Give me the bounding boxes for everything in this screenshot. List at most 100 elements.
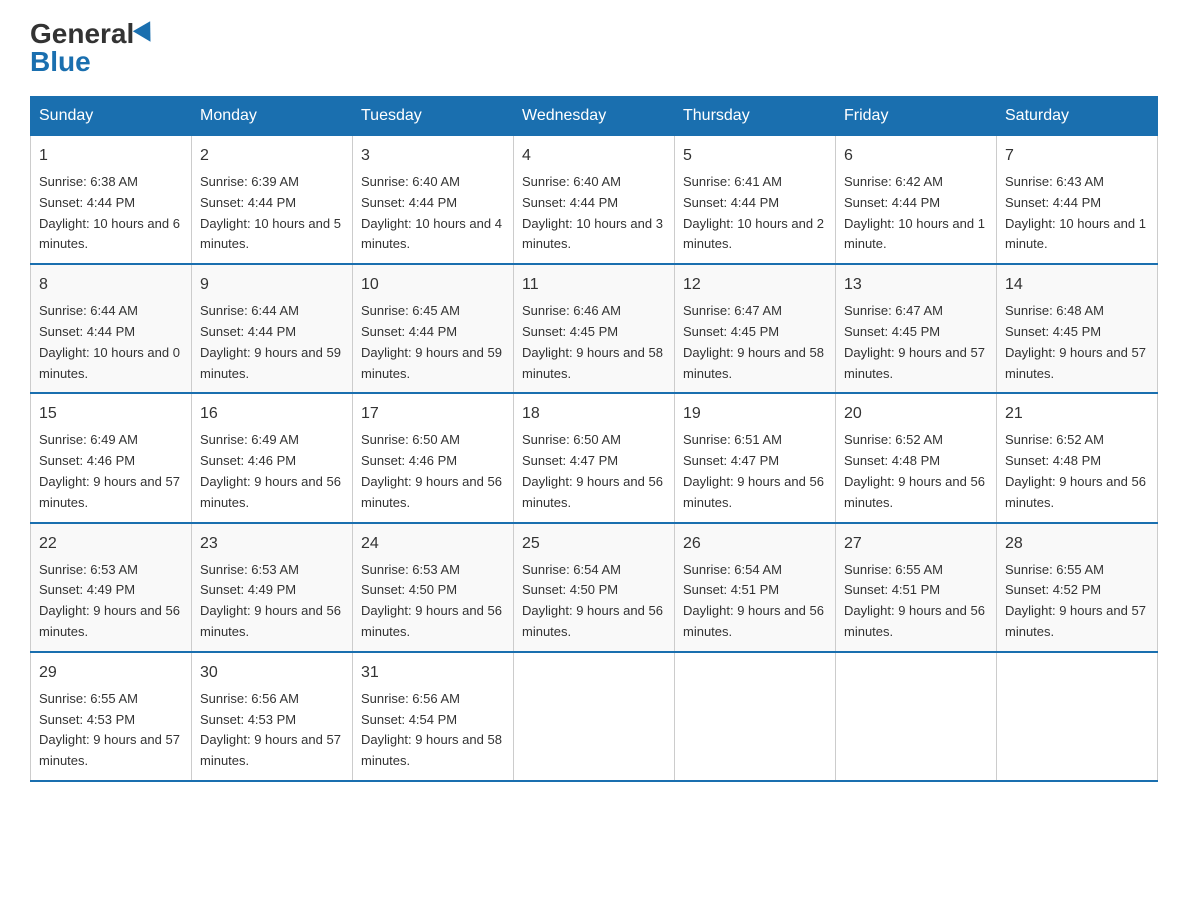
- day-info: Sunrise: 6:52 AMSunset: 4:48 PMDaylight:…: [1005, 430, 1149, 513]
- calendar-table: SundayMondayTuesdayWednesdayThursdayFrid…: [30, 96, 1158, 782]
- day-number: 16: [200, 402, 344, 426]
- day-info: Sunrise: 6:46 AMSunset: 4:45 PMDaylight:…: [522, 301, 666, 384]
- day-info: Sunrise: 6:50 AMSunset: 4:46 PMDaylight:…: [361, 430, 505, 513]
- calendar-cell: 6Sunrise: 6:42 AMSunset: 4:44 PMDaylight…: [836, 136, 997, 265]
- calendar-cell: 15 Sunrise: 6:49 AMSunset: 4:46 PMDayligh…: [31, 393, 192, 522]
- day-info: Sunrise: 6:47 AMSunset: 4:45 PMDaylight:…: [683, 301, 827, 384]
- day-number: 3: [361, 144, 505, 168]
- header-cell-sunday: Sunday: [31, 97, 192, 136]
- header-row: SundayMondayTuesdayWednesdayThursdayFrid…: [31, 97, 1158, 136]
- calendar-cell: 1Sunrise: 6:38 AMSunset: 4:44 PMDaylight…: [31, 136, 192, 265]
- day-info: Sunrise: 6:56 AMSunset: 4:53 PMDaylight:…: [200, 689, 344, 772]
- day-number: 24: [361, 532, 505, 556]
- day-number: 27: [844, 532, 988, 556]
- day-info: Sunrise: 6:51 AMSunset: 4:47 PMDaylight:…: [683, 430, 827, 513]
- week-row-5: 29 Sunrise: 6:55 AMSunset: 4:53 PMDayligh…: [31, 652, 1158, 781]
- day-info: Sunrise: 6:49 AMSunset: 4:46 PMDaylight:…: [39, 430, 183, 513]
- day-number: 15: [39, 402, 183, 426]
- calendar-cell: 23 Sunrise: 6:53 AMSunset: 4:49 PMDayligh…: [192, 523, 353, 652]
- calendar-cell: [997, 652, 1158, 781]
- day-number: 20: [844, 402, 988, 426]
- calendar-cell: 19Sunrise: 6:51 AMSunset: 4:47 PMDayligh…: [675, 393, 836, 522]
- day-info: Sunrise: 6:54 AMSunset: 4:51 PMDaylight:…: [683, 560, 827, 643]
- day-number: 21: [1005, 402, 1149, 426]
- day-info: Sunrise: 6:43 AMSunset: 4:44 PMDaylight:…: [1005, 172, 1149, 255]
- day-info: Sunrise: 6:40 AMSunset: 4:44 PMDaylight:…: [361, 172, 505, 255]
- day-info: Sunrise: 6:53 AMSunset: 4:49 PMDaylight:…: [200, 560, 344, 643]
- calendar-cell: 25 Sunrise: 6:54 AMSunset: 4:50 PMDayligh…: [514, 523, 675, 652]
- day-number: 6: [844, 144, 988, 168]
- calendar-cell: 13 Sunrise: 6:47 AMSunset: 4:45 PMDayligh…: [836, 264, 997, 393]
- day-number: 5: [683, 144, 827, 168]
- header-cell-friday: Friday: [836, 97, 997, 136]
- day-info: Sunrise: 6:44 AMSunset: 4:44 PMDaylight:…: [200, 301, 344, 384]
- day-number: 4: [522, 144, 666, 168]
- calendar-cell: 14Sunrise: 6:48 AMSunset: 4:45 PMDayligh…: [997, 264, 1158, 393]
- calendar-cell: 18Sunrise: 6:50 AMSunset: 4:47 PMDayligh…: [514, 393, 675, 522]
- logo-general-text: General: [30, 20, 134, 48]
- calendar-cell: 7 Sunrise: 6:43 AMSunset: 4:44 PMDaylight…: [997, 136, 1158, 265]
- day-number: 25: [522, 532, 666, 556]
- calendar-cell: 22Sunrise: 6:53 AMSunset: 4:49 PMDayligh…: [31, 523, 192, 652]
- logo-blue-text: Blue: [30, 48, 91, 76]
- calendar-cell: 3 Sunrise: 6:40 AMSunset: 4:44 PMDaylight…: [353, 136, 514, 265]
- day-number: 26: [683, 532, 827, 556]
- day-info: Sunrise: 6:56 AMSunset: 4:54 PMDaylight:…: [361, 689, 505, 772]
- day-info: Sunrise: 6:47 AMSunset: 4:45 PMDaylight:…: [844, 301, 988, 384]
- calendar-cell: 24 Sunrise: 6:53 AMSunset: 4:50 PMDayligh…: [353, 523, 514, 652]
- calendar-cell: 2Sunrise: 6:39 AMSunset: 4:44 PMDaylight…: [192, 136, 353, 265]
- page-header: General Blue: [30, 20, 1158, 76]
- calendar-body: 1Sunrise: 6:38 AMSunset: 4:44 PMDaylight…: [31, 136, 1158, 781]
- week-row-4: 22 Sunrise: 6:53 AMSunset: 4:49 PMDayligh…: [31, 523, 1158, 652]
- logo-triangle-icon: [133, 21, 159, 47]
- day-info: Sunrise: 6:53 AMSunset: 4:50 PMDaylight:…: [361, 560, 505, 643]
- calendar-cell: 20Sunrise: 6:52 AMSunset: 4:48 PMDayligh…: [836, 393, 997, 522]
- calendar-cell: 16 Sunrise: 6:49 AMSunset: 4:46 PMDayligh…: [192, 393, 353, 522]
- day-number: 31: [361, 661, 505, 685]
- day-info: Sunrise: 6:40 AMSunset: 4:44 PMDaylight:…: [522, 172, 666, 255]
- logo: General Blue: [30, 20, 156, 76]
- day-info: Sunrise: 6:45 AMSunset: 4:44 PMDaylight:…: [361, 301, 505, 384]
- calendar-cell: 28 Sunrise: 6:55 AMSunset: 4:52 PMDayligh…: [997, 523, 1158, 652]
- week-row-3: 15 Sunrise: 6:49 AMSunset: 4:46 PMDayligh…: [31, 393, 1158, 522]
- day-info: Sunrise: 6:54 AMSunset: 4:50 PMDaylight:…: [522, 560, 666, 643]
- calendar-cell: 12 Sunrise: 6:47 AMSunset: 4:45 PMDayligh…: [675, 264, 836, 393]
- day-info: Sunrise: 6:55 AMSunset: 4:53 PMDaylight:…: [39, 689, 183, 772]
- calendar-cell: 21 Sunrise: 6:52 AMSunset: 4:48 PMDayligh…: [997, 393, 1158, 522]
- day-number: 28: [1005, 532, 1149, 556]
- day-info: Sunrise: 6:49 AMSunset: 4:46 PMDaylight:…: [200, 430, 344, 513]
- day-info: Sunrise: 6:44 AMSunset: 4:44 PMDaylight:…: [39, 301, 183, 384]
- calendar-cell: 5 Sunrise: 6:41 AMSunset: 4:44 PMDaylight…: [675, 136, 836, 265]
- day-info: Sunrise: 6:50 AMSunset: 4:47 PMDaylight:…: [522, 430, 666, 513]
- day-number: 23: [200, 532, 344, 556]
- calendar-cell: 8 Sunrise: 6:44 AMSunset: 4:44 PMDaylight…: [31, 264, 192, 393]
- calendar-cell: [836, 652, 997, 781]
- day-number: 7: [1005, 144, 1149, 168]
- calendar-cell: [675, 652, 836, 781]
- day-number: 2: [200, 144, 344, 168]
- day-number: 22: [39, 532, 183, 556]
- day-number: 13: [844, 273, 988, 297]
- day-number: 17: [361, 402, 505, 426]
- day-info: Sunrise: 6:55 AMSunset: 4:51 PMDaylight:…: [844, 560, 988, 643]
- calendar-cell: 9Sunrise: 6:44 AMSunset: 4:44 PMDaylight…: [192, 264, 353, 393]
- header-cell-tuesday: Tuesday: [353, 97, 514, 136]
- day-number: 12: [683, 273, 827, 297]
- calendar-cell: 29 Sunrise: 6:55 AMSunset: 4:53 PMDayligh…: [31, 652, 192, 781]
- day-info: Sunrise: 6:41 AMSunset: 4:44 PMDaylight:…: [683, 172, 827, 255]
- day-number: 11: [522, 273, 666, 297]
- header-cell-wednesday: Wednesday: [514, 97, 675, 136]
- day-info: Sunrise: 6:55 AMSunset: 4:52 PMDaylight:…: [1005, 560, 1149, 643]
- calendar-header: SundayMondayTuesdayWednesdayThursdayFrid…: [31, 97, 1158, 136]
- day-number: 29: [39, 661, 183, 685]
- header-cell-saturday: Saturday: [997, 97, 1158, 136]
- calendar-cell: 17 Sunrise: 6:50 AMSunset: 4:46 PMDayligh…: [353, 393, 514, 522]
- day-number: 1: [39, 144, 183, 168]
- calendar-cell: 10Sunrise: 6:45 AMSunset: 4:44 PMDayligh…: [353, 264, 514, 393]
- day-number: 8: [39, 273, 183, 297]
- header-cell-monday: Monday: [192, 97, 353, 136]
- week-row-1: 1Sunrise: 6:38 AMSunset: 4:44 PMDaylight…: [31, 136, 1158, 265]
- calendar-cell: 4 Sunrise: 6:40 AMSunset: 4:44 PMDaylight…: [514, 136, 675, 265]
- calendar-cell: 30Sunrise: 6:56 AMSunset: 4:53 PMDayligh…: [192, 652, 353, 781]
- calendar-cell: 26 Sunrise: 6:54 AMSunset: 4:51 PMDayligh…: [675, 523, 836, 652]
